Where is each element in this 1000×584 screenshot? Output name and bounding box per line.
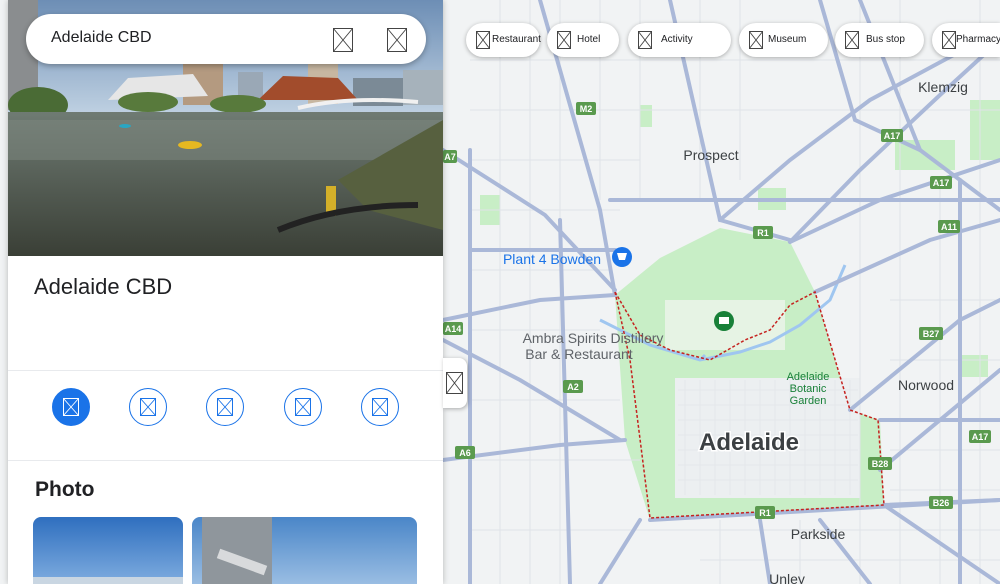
search-icon[interactable] (333, 28, 353, 52)
send-to-phone-icon (295, 398, 311, 416)
photos-heading: Photo (35, 478, 95, 501)
svg-text:R1: R1 (757, 228, 769, 238)
label-botanic-line1: Adelaide (787, 371, 830, 383)
collapse-panel-button[interactable] (443, 358, 467, 408)
shield-b26: B26 (929, 496, 953, 509)
label-prospect: Prospect (683, 147, 738, 163)
svg-text:B27: B27 (923, 329, 940, 339)
label-norwood: Norwood (898, 377, 954, 393)
svg-text:A11: A11 (941, 222, 957, 232)
svg-text:R1: R1 (759, 508, 771, 518)
chip-hotel-label: Hotel (577, 34, 601, 45)
nearby-button[interactable] (206, 388, 244, 426)
search-box[interactable]: Adelaide CBD (26, 14, 426, 64)
label-botanic-line2: Botanic (790, 383, 827, 395)
save-icon (140, 398, 156, 416)
chip-bus-stop[interactable]: Bus stop (835, 23, 924, 57)
svg-text:B28: B28 (872, 459, 889, 469)
chip-restaurant-label: Restaurant (492, 34, 541, 45)
svg-text:A6: A6 (459, 448, 471, 458)
svg-text:A17: A17 (933, 178, 950, 188)
shield-a14: A14 (443, 322, 463, 335)
shield-r1-south: R1 (755, 506, 775, 519)
plant4-bowden-marker (612, 247, 632, 267)
save-button[interactable] (129, 388, 167, 426)
share-icon (372, 398, 388, 416)
shield-b27: B27 (919, 327, 943, 340)
label-plant4-bowden: Plant 4 Bowden (503, 251, 601, 267)
close-icon[interactable] (387, 28, 407, 52)
svg-text:A14: A14 (445, 324, 462, 334)
label-unley: Unley (769, 571, 805, 584)
shield-a17-2: A17 (930, 176, 952, 189)
chip-activity-label: Activity (661, 34, 693, 45)
shield-a2: A2 (563, 380, 583, 393)
photo-thumbnail[interactable] (192, 517, 417, 584)
label-ambra-line1: Ambra Spirits Distillery (523, 330, 664, 346)
activity-icon (638, 31, 652, 49)
label-ambra-line2: Bar & Restaurant (525, 346, 632, 362)
park-poi-marker (714, 311, 734, 331)
restaurant-icon (476, 31, 490, 49)
svg-text:M2: M2 (580, 104, 593, 114)
directions-icon (63, 398, 79, 416)
chip-museum-label: Museum (768, 34, 807, 45)
chip-pharmacy[interactable]: Pharmacy (932, 23, 1000, 57)
label-adelaide: Adelaide (699, 429, 799, 456)
send-to-phone-button[interactable] (284, 388, 322, 426)
divider (8, 370, 443, 371)
place-panel: Adelaide CBD Adelaide CBD Photo (8, 0, 443, 584)
nearby-icon (217, 398, 233, 416)
label-parkside: Parkside (791, 526, 846, 542)
svg-text:A17: A17 (884, 131, 901, 141)
share-button[interactable] (361, 388, 399, 426)
label-klemzig: Klemzig (918, 79, 968, 95)
shield-r1-north: R1 (753, 226, 773, 239)
chip-restaurant[interactable]: Restaurant (466, 23, 541, 57)
chip-museum[interactable]: Museum (739, 23, 828, 57)
chip-hotel[interactable]: Hotel (547, 23, 619, 57)
divider (8, 460, 443, 461)
svg-text:A2: A2 (567, 382, 579, 392)
shield-a17-3: A17 (969, 430, 991, 443)
shield-a6: A6 (455, 446, 475, 459)
shield-m2: M2 (576, 102, 596, 115)
search-input[interactable]: Adelaide CBD (51, 29, 152, 47)
bus-stop-icon (845, 31, 859, 49)
chip-activity[interactable]: Activity (628, 23, 731, 57)
label-botanic-line3: Garden (790, 395, 827, 407)
shield-a7: A7 (443, 150, 457, 163)
shield-a17-1: A17 (881, 129, 903, 142)
collapse-icon (446, 372, 463, 394)
chip-bus-stop-label: Bus stop (866, 34, 905, 45)
pharmacy-icon (942, 31, 956, 49)
svg-text:B26: B26 (933, 498, 950, 508)
svg-text:A17: A17 (972, 432, 989, 442)
chip-pharmacy-label: Pharmacy (956, 34, 1000, 45)
directions-button[interactable] (52, 388, 90, 426)
shield-b28: B28 (868, 457, 892, 470)
museum-icon (749, 31, 763, 49)
hotel-icon (557, 31, 571, 49)
shield-a11: A11 (938, 220, 960, 233)
svg-text:A7: A7 (444, 152, 456, 162)
photo-thumbnail[interactable] (33, 517, 183, 584)
place-title: Adelaide CBD (34, 274, 173, 299)
